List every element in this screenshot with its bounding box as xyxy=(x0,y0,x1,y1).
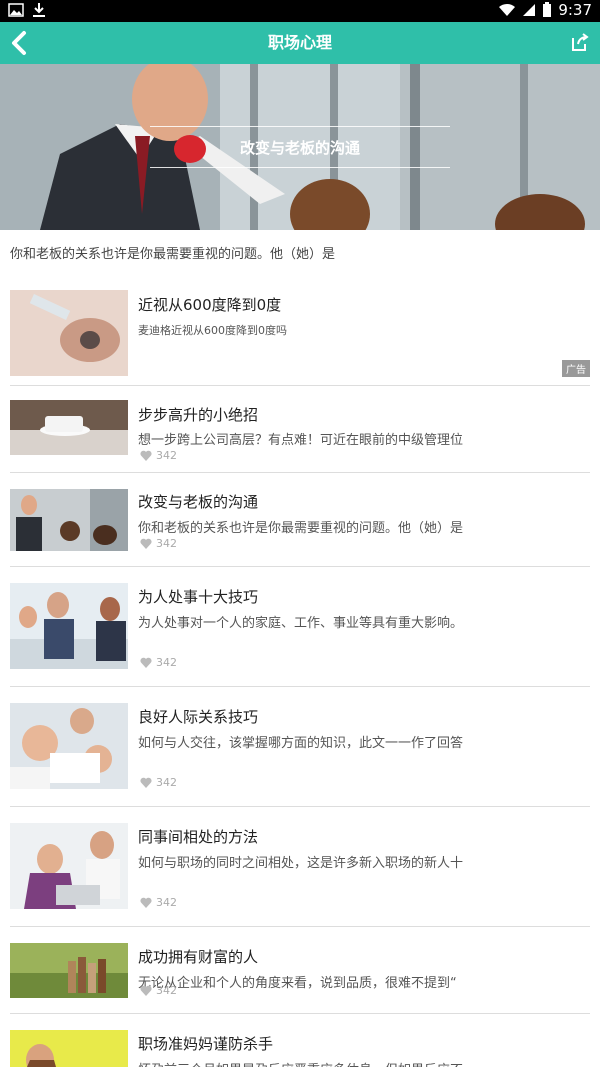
list-item[interactable]: 成功拥有财富的人 无论从企业和个人的角度来看，说到品质，很难不提到“ 342 xyxy=(10,927,590,1014)
app-header: 职场心理 xyxy=(0,22,600,64)
article-thumbnail xyxy=(10,489,128,551)
ad-thumbnail xyxy=(10,290,128,376)
like-count-value: 342 xyxy=(156,656,177,669)
heart-icon xyxy=(140,657,152,668)
article-description: 如何与职场的同时之间相处，这是许多新入职场的新人十 xyxy=(138,856,464,871)
wifi-icon xyxy=(499,3,516,17)
like-count: 342 xyxy=(140,984,177,997)
list-item[interactable]: 同事间相处的方法 如何与职场的同时之间相处，这是许多新入职场的新人十 342 xyxy=(10,807,590,927)
article-title: 良好人际关系技巧 xyxy=(138,708,259,726)
caption-rule-top xyxy=(150,126,450,127)
list-item[interactable]: 良好人际关系技巧 如何与人交往，该掌握哪方面的知识，此文一一作了回答 342 xyxy=(10,687,590,807)
article-title: 职场准妈妈谨防杀手 xyxy=(138,1035,274,1053)
like-count-value: 342 xyxy=(156,537,177,550)
article-list: 近视从600度降到0度 麦迪格近视从600度降到0度吗 广告 步步高升的小绝招 … xyxy=(10,278,590,1067)
article-title: 同事间相处的方法 xyxy=(138,828,259,846)
heart-icon xyxy=(140,985,152,996)
article-description: 如何与人交往，该掌握哪方面的知识，此文一一作了回答 xyxy=(138,736,464,751)
article-thumbnail xyxy=(10,703,128,789)
article-title: 步步高升的小绝招 xyxy=(138,406,259,424)
page-title: 职场心理 xyxy=(267,33,332,52)
heart-icon xyxy=(140,897,152,908)
article-thumbnail xyxy=(10,943,128,998)
list-item[interactable]: 步步高升的小绝招 想一步跨上公司高层？有点难！可近在眼前的中级管理位 342 xyxy=(10,386,590,473)
article-thumbnail xyxy=(10,583,128,669)
article-description: 为人处事对一个人的家庭、工作、事业等具有重大影响。 xyxy=(138,616,464,631)
article-description: 怀孕前三个月如果早孕反应严重应多休息，但如果反应不 xyxy=(138,1059,463,1067)
ad-item[interactable]: 近视从600度降到0度 麦迪格近视从600度降到0度吗 广告 xyxy=(10,278,590,386)
article-thumbnail xyxy=(10,400,128,455)
like-count: 342 xyxy=(140,656,177,669)
heart-icon xyxy=(140,777,152,788)
article-title: 改变与老板的沟通 xyxy=(138,493,259,511)
status-time: 9:37 xyxy=(558,1,592,19)
like-count: 342 xyxy=(140,896,177,909)
list-item[interactable]: 职场准妈妈谨防杀手 怀孕前三个月如果早孕反应严重应多休息，但如果反应不 xyxy=(10,1014,590,1067)
article-title: 为人处事十大技巧 xyxy=(138,588,259,606)
article-description: 你和老板的关系也许是你最需要重视的问题。他（她）是 xyxy=(138,521,464,536)
banner-summary: 你和老板的关系也许是你最需要重视的问题。他（她）是 xyxy=(10,247,336,262)
signal-icon xyxy=(523,4,536,16)
ad-badge: 广告 xyxy=(562,360,590,377)
back-arrow-icon[interactable] xyxy=(8,30,32,56)
like-count-value: 342 xyxy=(156,984,177,997)
like-count-value: 342 xyxy=(156,776,177,789)
banner-caption: 改变与老板的沟通 xyxy=(239,139,360,157)
article-description: 无论从企业和个人的角度来看，说到品质，很难不提到“ xyxy=(138,976,457,991)
battery-icon xyxy=(543,2,552,17)
article-thumbnail xyxy=(10,1030,128,1067)
like-count: 342 xyxy=(140,537,177,550)
image-notification-icon xyxy=(8,3,24,17)
status-bar: 9:37 xyxy=(0,0,600,22)
download-icon xyxy=(33,3,45,17)
article-title: 成功拥有财富的人 xyxy=(138,948,259,966)
heart-icon xyxy=(140,538,152,549)
hero-banner[interactable]: 改变与老板的沟通 xyxy=(0,64,600,230)
like-count: 342 xyxy=(140,449,177,462)
like-count-value: 342 xyxy=(156,896,177,909)
list-item[interactable]: 改变与老板的沟通 你和老板的关系也许是你最需要重视的问题。他（她）是 342 xyxy=(10,473,590,567)
ad-description: 麦迪格近视从600度降到0度吗 xyxy=(138,324,287,337)
like-count: 342 xyxy=(140,776,177,789)
article-description: 想一步跨上公司高层？有点难！可近在眼前的中级管理位 xyxy=(138,433,464,448)
ad-title: 近视从600度降到0度 xyxy=(138,296,282,314)
share-icon[interactable] xyxy=(570,32,590,52)
list-item[interactable]: 为人处事十大技巧 为人处事对一个人的家庭、工作、事业等具有重大影响。 342 xyxy=(10,567,590,687)
article-thumbnail xyxy=(10,823,128,909)
heart-icon xyxy=(140,450,152,461)
like-count-value: 342 xyxy=(156,449,177,462)
